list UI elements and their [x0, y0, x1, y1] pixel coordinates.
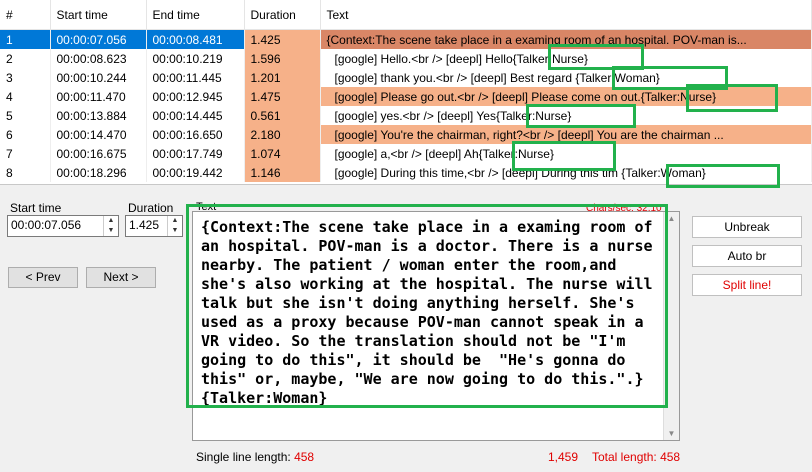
start-time-label: Start time	[10, 201, 62, 215]
row-text: [google] Please go out.<br /> [deepl] Pl…	[320, 87, 812, 106]
row-start: 00:00:08.623	[50, 49, 147, 68]
row-number: 4	[0, 87, 51, 106]
row-duration: 1.596	[244, 49, 321, 68]
scroll-up-icon[interactable]: ▲	[664, 214, 679, 223]
table-row[interactable]: 2 00:00:08.623 00:00:10.219 1.596 [googl…	[0, 49, 812, 68]
row-text: [google] thank you.<br /> [deepl] Best r…	[320, 68, 812, 87]
row-start: 00:00:13.884	[50, 106, 147, 125]
auto-br-button[interactable]: Auto br	[692, 245, 802, 267]
table-row[interactable]: 6 00:00:14.470 00:00:16.650 2.180 [googl…	[0, 125, 812, 144]
row-start: 00:00:18.296	[50, 163, 147, 182]
row-end: 00:00:10.219	[146, 49, 245, 68]
col-header-end[interactable]: End time	[146, 0, 245, 30]
table-row[interactable]: 5 00:00:13.884 00:00:14.445 0.561 [googl…	[0, 106, 812, 125]
row-end: 00:00:17.749	[146, 144, 245, 163]
single-line-value: 458	[294, 450, 315, 464]
row-end: 00:00:14.445	[146, 106, 245, 125]
single-line-length: Single line length: 458	[196, 450, 314, 464]
table-row[interactable]: 1 00:00:07.056 00:00:08.481 1.425 {Conte…	[0, 29, 812, 49]
subtitle-grid[interactable]: # Start time End time Duration Text 1 00…	[0, 0, 812, 185]
row-start: 00:00:10.244	[50, 68, 147, 87]
unbreak-button[interactable]: Unbreak	[692, 216, 802, 238]
total-length: Total length: 458	[592, 450, 680, 464]
row-end: 00:00:12.945	[146, 87, 245, 106]
subtitle-table: # Start time End time Duration Text 1 00…	[0, 0, 812, 182]
table-row[interactable]: 4 00:00:11.470 00:00:12.945 1.475 [googl…	[0, 87, 812, 106]
scroll-down-icon[interactable]: ▼	[664, 429, 679, 438]
row-number: 2	[0, 49, 51, 68]
total-length-value: 458	[660, 450, 681, 464]
row-number: 8	[0, 163, 51, 182]
row-duration: 0.561	[244, 106, 321, 125]
row-text: [google] You're the chairman, right?<br …	[320, 125, 812, 144]
start-time-spinner[interactable]: ▲ ▼	[103, 216, 118, 236]
table-row[interactable]: 7 00:00:16.675 00:00:17.749 1.074 [googl…	[0, 144, 812, 163]
row-number: 7	[0, 144, 51, 163]
row-text: [google] yes.<br /> [deepl] Yes{Talker:N…	[320, 106, 812, 125]
split-line-button[interactable]: Split line!	[692, 274, 802, 296]
row-start: 00:00:16.675	[50, 144, 147, 163]
duration-value: 1.425	[129, 218, 160, 232]
next-button[interactable]: Next >	[86, 267, 156, 288]
row-duration: 1.475	[244, 87, 321, 106]
col-header-text[interactable]: Text	[320, 0, 812, 30]
row-number: 6	[0, 125, 51, 144]
cursor-position: 1,459	[548, 450, 579, 464]
row-start: 00:00:14.470	[50, 125, 147, 144]
duration-label: Duration	[128, 201, 174, 215]
row-duration: 1.146	[244, 163, 321, 182]
text-scrollbar[interactable]: ▲ ▼	[663, 212, 679, 440]
subtitle-text: {Context:The scene take place in a exami…	[201, 218, 662, 407]
row-number: 5	[0, 106, 51, 125]
row-text: [google] a,<br /> [deepl] Ah{Talker:Nurs…	[320, 144, 812, 163]
prev-button[interactable]: < Prev	[8, 267, 78, 288]
row-end: 00:00:19.442	[146, 163, 245, 182]
duration-spinner[interactable]: ▲ ▼	[167, 216, 182, 236]
row-duration: 1.074	[244, 144, 321, 163]
row-end: 00:00:11.445	[146, 68, 245, 87]
col-header-number[interactable]: #	[0, 0, 51, 30]
row-start: 00:00:07.056	[50, 29, 147, 49]
start-time-value: 00:00:07.056	[11, 218, 82, 232]
table-row[interactable]: 3 00:00:10.244 00:00:11.445 1.201 [googl…	[0, 68, 812, 87]
row-duration: 1.425	[244, 29, 321, 49]
row-end: 00:00:08.481	[146, 29, 245, 49]
row-start: 00:00:11.470	[50, 87, 147, 106]
col-header-start[interactable]: Start time	[50, 0, 147, 30]
row-number: 1	[0, 29, 51, 49]
subtitle-text-area[interactable]: {Context:The scene take place in a exami…	[192, 211, 680, 441]
row-duration: 1.201	[244, 68, 321, 87]
header-row: # Start time End time Duration Text	[0, 0, 812, 30]
row-number: 3	[0, 68, 51, 87]
single-line-label: Single line length:	[196, 450, 291, 464]
row-end: 00:00:16.650	[146, 125, 245, 144]
col-header-duration[interactable]: Duration	[244, 0, 321, 30]
table-row[interactable]: 8 00:00:18.296 00:00:19.442 1.146 [googl…	[0, 163, 812, 182]
row-text: [google] During this time,<br /> [deepl]…	[320, 163, 812, 182]
duration-input[interactable]: 1.425 ▲ ▼	[125, 215, 183, 237]
total-length-label: Total length:	[592, 450, 657, 464]
start-time-input[interactable]: 00:00:07.056 ▲ ▼	[7, 215, 119, 237]
row-text: {Context:The scene take place in a exami…	[320, 29, 812, 49]
row-duration: 2.180	[244, 125, 321, 144]
row-text: [google] Hello.<br /> [deepl] Hello{Talk…	[320, 49, 812, 68]
